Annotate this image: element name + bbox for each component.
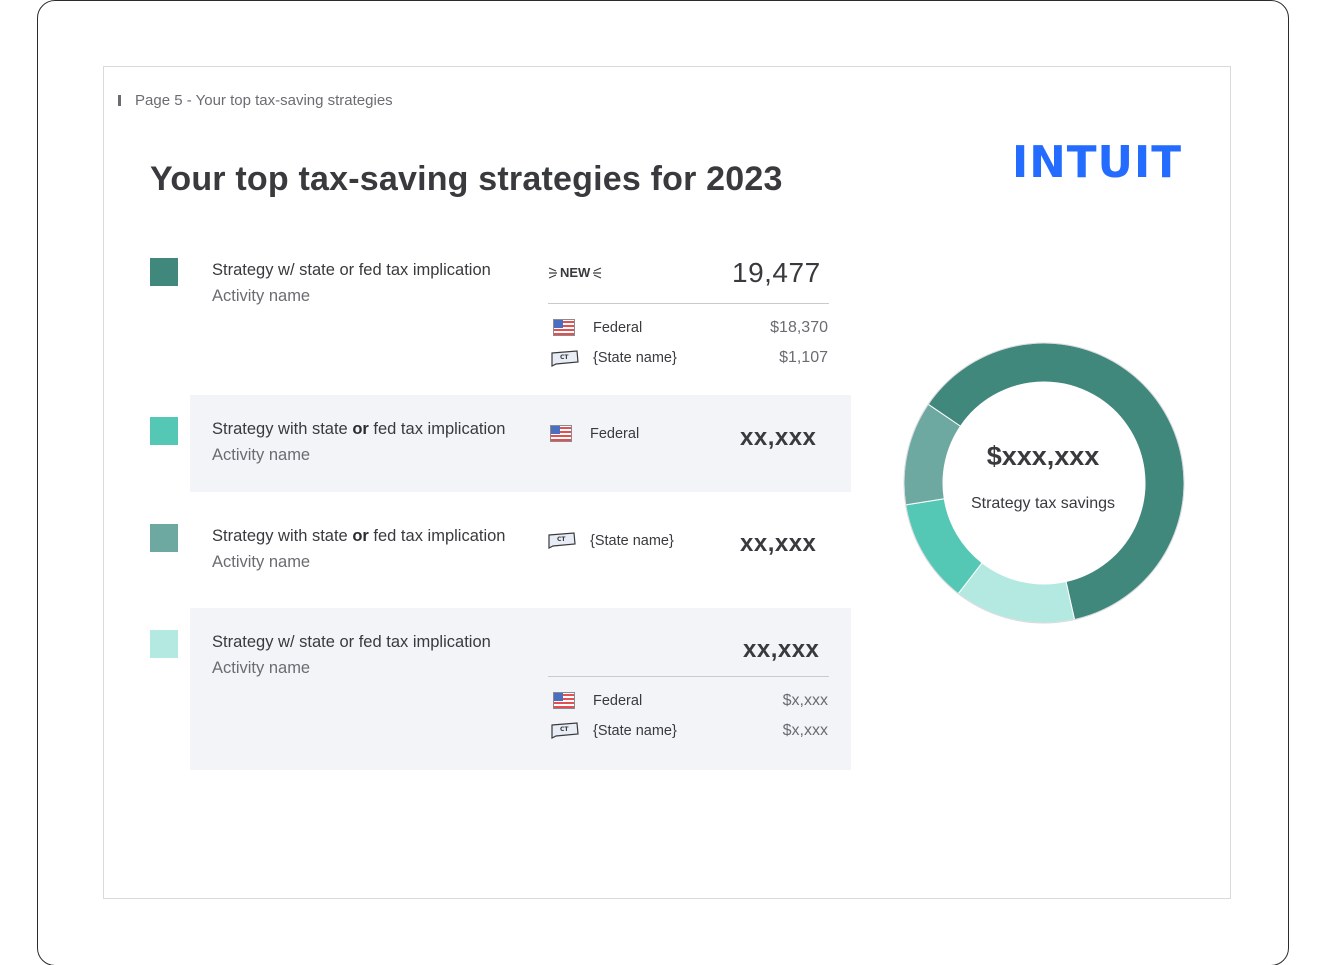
breadcrumb: Page 5 - Your top tax-saving strategies [118,92,393,109]
strategy-4-total: xx,xxx [743,636,820,663]
sparkle-right-icon [593,266,602,279]
page-title: Your top tax-saving strategies for 2023 [150,160,783,198]
svg-text:CT: CT [560,726,569,733]
strategy-1-federal-label: Federal [593,320,643,336]
svg-text:INTUIT: INTUIT [1012,139,1182,181]
strategy-4-state-amount: $x,xxx [782,722,828,739]
ct-state-icon: CT [548,532,576,549]
us-flag-icon [553,692,575,709]
strategy-4-divider [548,676,829,677]
svg-text:CT: CT [557,536,566,543]
sparkle-left-icon [548,266,557,279]
strategy-3-jurisdiction: {State name} [590,533,674,549]
strategy-2-jurisdiction: Federal [590,426,640,442]
strategy-3-total: xx,xxx [740,530,817,557]
strategy-4-state-label: {State name} [593,723,677,739]
strategy-4-activity: Activity name [212,659,311,677]
strategy-4-swatch [150,630,178,658]
strategy-1-state-label: {State name} [593,350,677,366]
new-badge-label: NEW [560,265,591,280]
strategy-3-activity: Activity name [212,553,311,571]
strategy-1-state-amount: $1,107 [779,349,828,366]
strategy-1-activity: Activity name [212,287,311,305]
ct-state-icon: CT [551,722,579,739]
strategy-1-federal-amount: $18,370 [770,319,828,336]
us-flag-icon [550,425,572,442]
report-page: Page 5 - Your top tax-saving strategies … [103,66,1231,899]
savings-donut-chart [903,342,1185,624]
svg-text:CT: CT [560,354,569,361]
ct-state-icon: CT [551,350,579,367]
donut-total-value: $xxx,xxx [986,441,1100,471]
strategy-2-swatch [150,417,178,445]
strategy-4-title: Strategy w/ state or fed tax implication [212,633,491,651]
strategy-4-federal-amount: $x,xxx [782,692,828,709]
strategy-1-divider [548,303,829,304]
strategy-2-activity: Activity name [212,446,311,464]
strategy-2-total: xx,xxx [740,424,817,451]
strategy-1-total: 19,477 [732,257,821,288]
intuit-logo: INTUIT [1012,139,1182,181]
strategy-2-title: Strategy with state or fed tax implicati… [212,420,506,438]
breadcrumb-text: Page 5 - Your top tax-saving strategies [135,92,393,109]
us-flag-icon [553,319,575,336]
donut-label: Strategy tax savings [970,495,1116,512]
strategy-1-swatch [150,258,178,286]
strategy-3-title: Strategy with state or fed tax implicati… [212,527,506,545]
breadcrumb-marker [118,95,121,106]
strategy-1-title: Strategy w/ state or fed tax implication [212,261,491,279]
new-badge: NEW [548,265,602,280]
strategy-3-swatch [150,524,178,552]
strategy-4-federal-label: Federal [593,693,643,709]
